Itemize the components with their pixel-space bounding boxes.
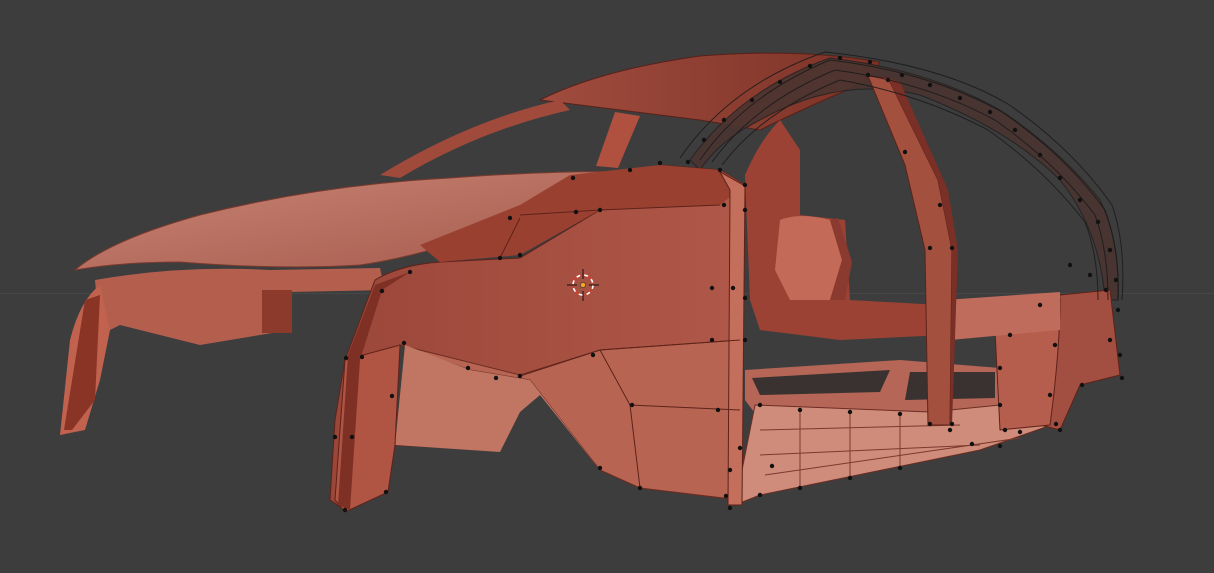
object-origin-icon bbox=[580, 282, 586, 288]
front-fender bbox=[95, 268, 385, 345]
interior-seat bbox=[775, 216, 842, 300]
a-pillar bbox=[596, 112, 640, 168]
roof-front-edge bbox=[380, 100, 570, 178]
car-mesh[interactable] bbox=[0, 0, 1214, 573]
bumper-block bbox=[262, 290, 292, 333]
3d-viewport[interactable] bbox=[0, 0, 1214, 573]
